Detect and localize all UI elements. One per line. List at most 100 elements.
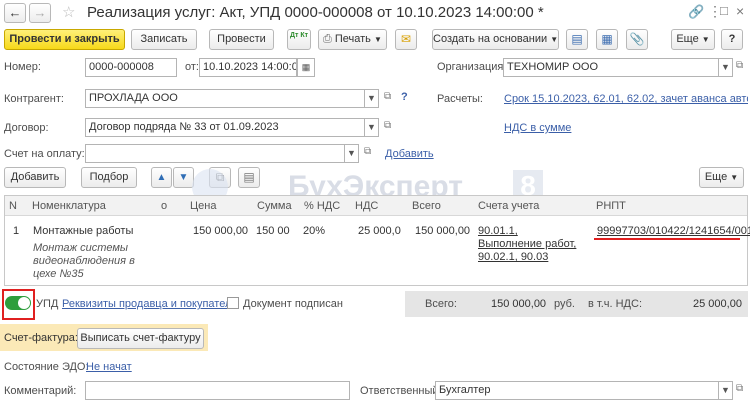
col-sum[interactable]: Сумма (254, 196, 294, 216)
upd-label: УПД (36, 298, 59, 310)
requisites-link[interactable]: Реквизиты продавца и покупателя (62, 298, 237, 310)
responsible-dropdown-icon[interactable]: ▼ (719, 381, 733, 400)
more-button[interactable]: Еще ▼ (671, 29, 715, 50)
dt-kt-button[interactable]: Дт Кт (287, 29, 311, 50)
contract-open-icon[interactable]: ⧉ (384, 120, 391, 131)
number-field[interactable]: 0000-000008 (85, 58, 177, 77)
col-name[interactable]: Номенклатура (29, 196, 159, 216)
mail-button[interactable]: ✉ (395, 29, 417, 50)
invoice-dropdown-icon[interactable]: ▼ (345, 144, 359, 163)
maximize-icon[interactable]: □ (720, 3, 728, 18)
contract-dropdown-icon[interactable]: ▼ (365, 118, 379, 137)
contractor-open-icon[interactable]: ⧉ (384, 91, 391, 102)
contractor-dropdown-icon[interactable]: ▼ (365, 89, 379, 108)
back-button[interactable]: ← (4, 3, 26, 23)
create-based-label: Создать на основании (433, 33, 548, 45)
table-more-button[interactable]: Еще ▼ (699, 167, 744, 188)
contractor-label: Контрагент: (4, 93, 64, 105)
row-number: 1 (13, 225, 20, 237)
attachment-button[interactable]: 📎 (626, 29, 648, 50)
number-label: Номер: (4, 61, 41, 73)
create-based-button[interactable]: Создать на основании ▼ (432, 29, 559, 50)
chevron-down-icon: ▼ (730, 173, 739, 182)
post-and-close-button[interactable]: Провести и закрыть (4, 29, 125, 50)
printer-icon: ⎙ (323, 33, 332, 45)
organization-label: Организация: (437, 61, 507, 73)
print-label: Печать (334, 33, 371, 45)
row-price[interactable]: 150 000,00 (193, 225, 248, 237)
settlements-link[interactable]: Срок 15.10.2023, 62.01, 62.02, зачет ава… (504, 93, 748, 105)
chevron-down-icon: ▼ (550, 35, 559, 44)
row-name[interactable]: Монтажные работы (33, 225, 133, 237)
more-label: Еще (676, 33, 699, 45)
forward-button[interactable]: → (29, 3, 51, 23)
row-vat[interactable]: 25 000,0 (358, 225, 401, 237)
contract-field[interactable]: Договор подряда № 33 от 01.09.2023 (85, 118, 365, 137)
col-hidden[interactable]: о (158, 196, 178, 216)
upd-toggle[interactable] (5, 296, 31, 310)
issue-invoice-button[interactable]: Выписать счет-фактуру (77, 328, 204, 349)
date-label: от: (185, 61, 199, 73)
close-icon[interactable]: × (736, 3, 744, 19)
invoice-field[interactable] (85, 144, 345, 163)
dt-kt-icon: Дт Кт (289, 32, 309, 39)
organization-open-icon[interactable]: ⧉ (736, 60, 743, 71)
row-rnpt[interactable]: 99997703/010422/1241654/001 (597, 225, 750, 237)
col-vat[interactable]: НДС (352, 196, 402, 216)
invoice-label: Счет на оплату: (4, 148, 85, 160)
chevron-down-icon: ▼ (373, 35, 382, 44)
print-button[interactable]: ⎙ Печать ▼ (318, 29, 387, 50)
row-description[interactable]: Монтаж системы видеонаблюдения в цехе №3… (33, 242, 158, 281)
date-field[interactable]: 10.10.2023 14:00:00 (199, 58, 297, 77)
add-row-button[interactable]: Добавить (4, 167, 66, 188)
settlements-label: Расчеты: (437, 93, 483, 105)
invoice-open-icon[interactable]: ⧉ (364, 146, 371, 157)
structure-button[interactable]: ▦ (596, 29, 618, 50)
row-sum[interactable]: 150 00 (256, 225, 290, 237)
row-vat-rate[interactable]: 20% (303, 225, 325, 237)
signed-checkbox[interactable] (227, 297, 239, 309)
organization-field[interactable]: ТЕХНОМИР ООО (503, 58, 719, 77)
comment-field[interactable] (85, 381, 350, 400)
contractor-field[interactable]: ПРОХЛАДА ООО (85, 89, 365, 108)
total-value: 150 000,00 (491, 298, 547, 310)
upd-toggle-knob (18, 297, 30, 309)
responsible-field[interactable]: Бухгалтер (435, 381, 719, 400)
row-accounts-link[interactable]: 90.01.1, Выполнение работ, 90.02.1, 90.0… (478, 225, 583, 264)
calendar-icon[interactable]: ▦ (297, 58, 315, 77)
paste-button[interactable]: ▤ (238, 167, 260, 188)
report-button[interactable]: ▤ (566, 29, 588, 50)
rnpt-red-underline (594, 238, 740, 240)
edo-label: Состояние ЭДО: (4, 361, 89, 373)
favorite-star-icon[interactable]: ☆ (62, 3, 75, 21)
post-button[interactable]: Провести (209, 29, 274, 50)
responsible-label: Ответственный: (360, 385, 442, 397)
select-button[interactable]: Подбор (81, 167, 137, 188)
vat-total-label: в т.ч. НДС: (588, 298, 643, 310)
organization-dropdown-icon[interactable]: ▼ (719, 58, 733, 77)
vat-link[interactable]: НДС в сумме (504, 122, 571, 134)
window-title: Реализация услуг: Акт, УПД 0000-000008 о… (87, 4, 544, 21)
link-icon[interactable]: 🔗 (688, 4, 704, 20)
move-down-button[interactable]: ▼ (173, 167, 194, 188)
col-rnpt[interactable]: РНПТ (593, 196, 693, 216)
col-total[interactable]: Всего (409, 196, 469, 216)
col-n[interactable]: N (6, 196, 26, 216)
responsible-open-icon[interactable]: ⧉ (736, 383, 743, 394)
signed-label: Документ подписан (243, 298, 343, 310)
vat-total-value: 25 000,00 (693, 298, 742, 310)
chevron-down-icon: ▼ (701, 35, 710, 44)
row-total[interactable]: 150 000,00 (415, 225, 470, 237)
add-invoice-link[interactable]: Добавить (385, 148, 434, 160)
help-icon[interactable]: ? (401, 91, 408, 103)
sf-label: Счет-фактура: (4, 332, 78, 344)
save-button[interactable]: Записать (131, 29, 197, 50)
col-price[interactable]: Цена (187, 196, 247, 216)
col-vat-rate[interactable]: % НДС (301, 196, 346, 216)
move-up-button[interactable]: ▲ (151, 167, 172, 188)
contract-label: Договор: (4, 122, 49, 134)
total-label: Всего: (425, 298, 457, 310)
col-accounts[interactable]: Счета учета (475, 196, 575, 216)
help-button[interactable]: ? (721, 29, 743, 50)
edo-link[interactable]: Не начат (86, 361, 132, 373)
